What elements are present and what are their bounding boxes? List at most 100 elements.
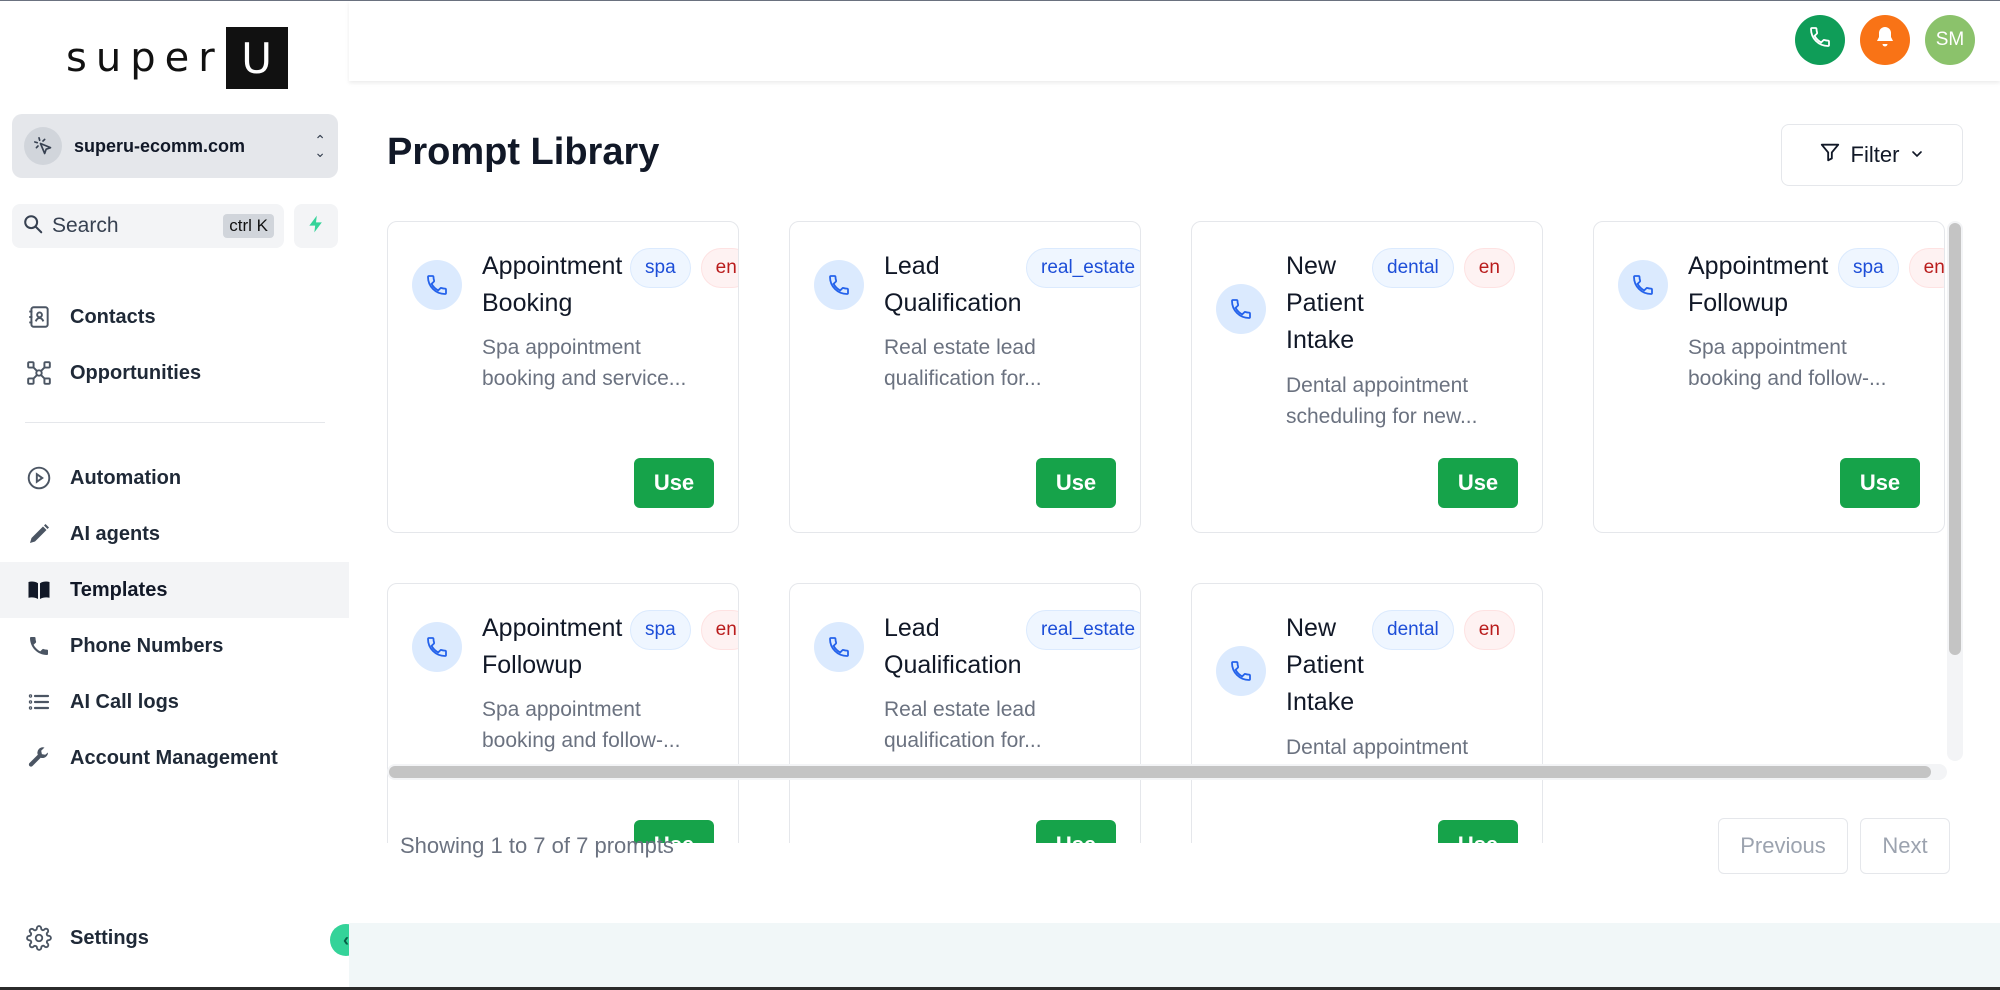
gear-icon	[24, 923, 54, 953]
page-title: Prompt Library	[387, 131, 660, 173]
card-title: Appointment Followup	[1688, 252, 1829, 317]
phone-icon	[412, 260, 462, 310]
notifications-button[interactable]	[1860, 15, 1910, 65]
open-book-icon	[24, 575, 54, 605]
pagination-summary: Showing 1 to 7 of 7 prompts	[400, 833, 674, 858]
next-page-button[interactable]: Next	[1860, 818, 1950, 874]
sidebar-item-phone-numbers[interactable]: Phone Numbers	[0, 618, 349, 674]
card-description: Dental appointment	[1286, 736, 1469, 759]
category-tag: real_estate	[1026, 610, 1140, 650]
sidebar-item-ai-agents[interactable]: AI agents	[0, 506, 349, 562]
search-icon	[22, 213, 44, 240]
sidebar-item-contacts[interactable]: Contacts	[0, 289, 349, 345]
card-title: Lead Qualification	[884, 252, 1022, 317]
use-button[interactable]: Use	[1438, 458, 1518, 508]
sidebar-item-label: Contacts	[70, 305, 156, 328]
language-tag: en	[700, 248, 738, 288]
sidebar-item-templates[interactable]: Templates	[0, 562, 349, 618]
use-button[interactable]: Use	[1036, 458, 1116, 508]
card-tags: dental en	[1372, 248, 1515, 288]
filter-funnel-icon	[1819, 141, 1841, 169]
phone-icon	[1618, 260, 1668, 310]
horizontal-scrollbar-thumb[interactable]	[389, 766, 1931, 778]
card-title: New Patient Intake	[1286, 614, 1364, 716]
sidebar-item-account-management[interactable]: Account Management	[0, 730, 349, 786]
opportunities-icon	[24, 358, 54, 388]
app-window: super U superu-ecomm.com ⌃ ⌄ Search ctrl …	[0, 0, 2000, 990]
phone-icon	[814, 622, 864, 672]
previous-page-button[interactable]: Previous	[1718, 818, 1848, 874]
card-description: Spa appointment booking and service...	[482, 336, 687, 390]
workspace-switcher[interactable]: superu-ecomm.com ⌃ ⌄	[12, 114, 338, 178]
quick-action-button[interactable]	[294, 204, 338, 248]
search-button[interactable]: Search ctrl K	[12, 204, 284, 248]
list-icon	[24, 687, 54, 717]
prompt-card: Appointment Booking spa en Spa appointme…	[387, 221, 739, 533]
sidebar: super U superu-ecomm.com ⌃ ⌄ Search ctrl …	[0, 1, 362, 990]
use-button[interactable]: Use	[1036, 820, 1116, 843]
card-title: Appointment Followup	[482, 614, 623, 679]
user-avatar[interactable]: SM	[1925, 15, 1975, 65]
language-tag: en	[1463, 610, 1515, 650]
search-label: Search	[52, 214, 119, 237]
filter-label: Filter	[1850, 142, 1900, 167]
sidebar-item-label: AI Call logs	[70, 690, 179, 713]
card-tags: dental en	[1372, 610, 1515, 650]
prompt-card: Lead Qualification real_estate en Real e…	[789, 583, 1141, 843]
footer-area	[349, 923, 2000, 990]
sidebar-item-label: AI agents	[70, 522, 161, 545]
phone-icon	[1216, 284, 1266, 334]
card-title: Appointment Booking	[482, 252, 623, 317]
sidebar-item-opportunities[interactable]: Opportunities	[0, 345, 349, 401]
phone-icon	[1808, 25, 1832, 55]
category-tag: dental	[1372, 248, 1454, 288]
card-tags: spa en	[630, 248, 738, 288]
language-tag: en	[700, 610, 738, 650]
use-button[interactable]: Use	[1438, 820, 1518, 843]
prompt-card: Lead Qualification real_estate en Real e…	[789, 221, 1141, 533]
sidebar-nav-secondary: Automation AI agents Templates Phone Num…	[0, 450, 349, 786]
search-shortcut: ctrl K	[223, 214, 274, 238]
bell-icon	[1873, 24, 1897, 56]
card-description: Spa appointment booking and follow-...	[482, 698, 681, 752]
card-description: Dental appointment scheduling for new...	[1286, 374, 1478, 428]
sidebar-item-ai-call-logs[interactable]: AI Call logs	[0, 674, 349, 730]
prompt-grid: Appointment Booking spa en Spa appointme…	[387, 221, 1955, 843]
filter-button[interactable]: Filter	[1781, 124, 1963, 186]
use-button[interactable]: Use	[1840, 458, 1920, 508]
card-tags: spa en	[630, 610, 738, 650]
sidebar-divider	[25, 422, 325, 423]
cursor-click-icon	[24, 127, 62, 165]
prompt-card: New Patient Intake dental en Dental appo…	[1191, 583, 1543, 843]
use-button[interactable]: Use	[634, 458, 714, 508]
card-description: Real estate lead qualification for...	[884, 336, 1042, 390]
sidebar-nav-primary: Contacts Opportunities	[0, 289, 349, 401]
category-tag: spa	[630, 248, 691, 288]
category-tag: spa	[630, 610, 691, 650]
vertical-scrollbar[interactable]	[1947, 221, 1963, 761]
pencil-icon	[24, 519, 54, 549]
card-tags: real_estate en	[1026, 610, 1140, 650]
vertical-scrollbar-thumb[interactable]	[1949, 223, 1961, 655]
main-content: Prompt Library Filter Appointment Bookin…	[349, 81, 2000, 990]
card-title: New Patient Intake	[1286, 252, 1364, 354]
logo[interactable]: super U	[66, 26, 288, 90]
logo-mark: U	[225, 27, 288, 89]
sidebar-item-settings[interactable]: Settings	[0, 910, 349, 966]
prompt-card: Appointment Followup spa en Spa appointm…	[387, 583, 739, 843]
chevron-up-down-icon: ⌃ ⌄	[314, 132, 326, 160]
card-tags: real_estate en	[1026, 248, 1140, 288]
card-tags: spa en	[1838, 248, 1944, 288]
call-button[interactable]	[1795, 15, 1845, 65]
workspace-name: superu-ecomm.com	[74, 135, 246, 156]
contacts-book-icon	[24, 302, 54, 332]
wrench-icon	[24, 743, 54, 773]
category-tag: dental	[1372, 610, 1454, 650]
horizontal-scrollbar[interactable]	[387, 764, 1947, 780]
sidebar-item-automation[interactable]: Automation	[0, 450, 349, 506]
lightning-icon	[306, 213, 326, 240]
card-description: Spa appointment booking and follow-...	[1688, 336, 1887, 390]
sidebar-item-label: Automation	[70, 466, 182, 489]
logo-text: super	[66, 35, 224, 81]
phone-icon	[412, 622, 462, 672]
